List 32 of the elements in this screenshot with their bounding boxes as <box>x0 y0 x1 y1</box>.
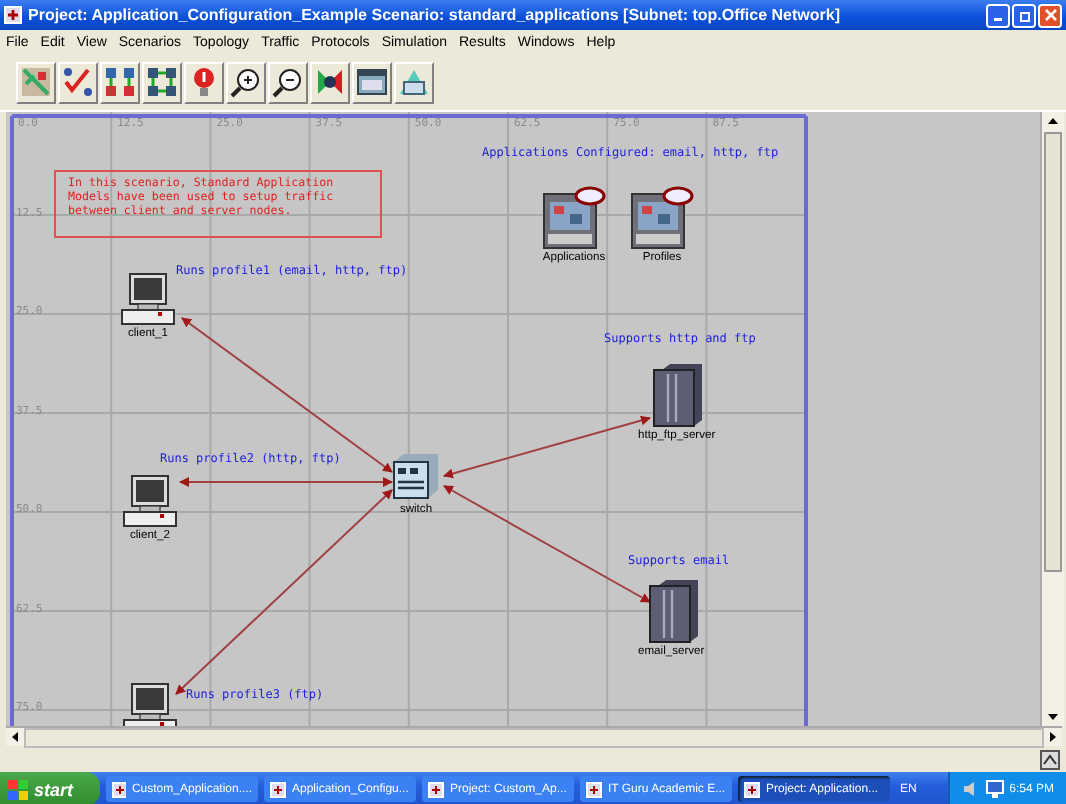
horizontal-scrollbar[interactable] <box>6 726 1062 746</box>
app-icon <box>4 6 22 24</box>
configuration-object-icon[interactable] <box>542 186 606 250</box>
minimize-button[interactable] <box>986 3 1010 27</box>
check-links-icon[interactable] <box>58 61 98 103</box>
app-icon <box>586 781 602 797</box>
app-icon <box>744 781 760 797</box>
restore-icon <box>1017 8 1031 22</box>
vertical-scrollbar[interactable] <box>1040 112 1064 726</box>
status-icon[interactable] <box>1040 749 1060 769</box>
switch-icon[interactable] <box>390 450 442 502</box>
monitor-icon[interactable] <box>985 780 1004 798</box>
chart-window-icon[interactable] <box>394 61 434 103</box>
app-icon <box>428 781 444 797</box>
close-icon <box>1043 8 1057 22</box>
app-icon <box>112 781 126 797</box>
windows-logo-icon <box>8 779 28 799</box>
app-icon <box>270 781 286 797</box>
zoom-in-icon[interactable] <box>226 61 266 103</box>
restore-button[interactable] <box>1012 3 1036 27</box>
window-title: Project: Application_Configuration_Example Scenario: standard_applications [Subnet: top.Office Network] <box>28 6 840 24</box>
lightbulb-icon[interactable] <box>184 61 224 103</box>
scrollbar-thumb[interactable] <box>1044 132 1062 572</box>
configuration-object-icon[interactable] <box>630 186 694 250</box>
zoom-out-icon[interactable] <box>268 61 308 103</box>
window-icon[interactable] <box>352 61 392 103</box>
network-nodes-icon[interactable] <box>100 61 140 103</box>
start-button[interactable]: start <box>0 772 100 804</box>
computer-icon[interactable] <box>122 474 178 528</box>
computer-icon[interactable] <box>120 272 176 326</box>
network-nodes-icon[interactable] <box>142 61 182 103</box>
close-button[interactable] <box>1038 3 1062 27</box>
